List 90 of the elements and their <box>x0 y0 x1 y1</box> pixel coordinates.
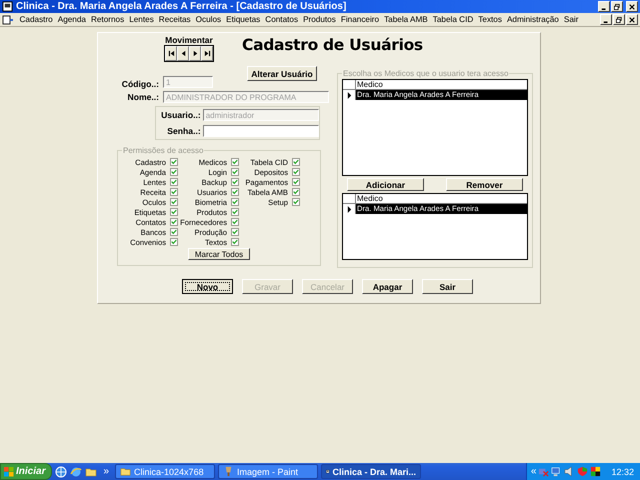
maximize-button[interactable] <box>611 1 623 12</box>
browser-icon[interactable] <box>70 466 82 478</box>
menu-item[interactable]: Contatos <box>262 15 301 24</box>
checkbox[interactable] <box>231 158 239 166</box>
flag-icon <box>4 466 14 476</box>
menu-item[interactable]: Tabela AMB <box>382 15 430 24</box>
last-record-button[interactable] <box>201 46 213 61</box>
checkbox[interactable] <box>170 168 178 176</box>
checkbox[interactable] <box>231 208 239 216</box>
checkbox[interactable] <box>231 238 239 246</box>
start-button[interactable]: Iniciar <box>0 463 52 480</box>
menu-item[interactable]: Textos <box>476 15 504 24</box>
menu-item[interactable]: Etiquetas <box>224 15 263 24</box>
column-header: Medico <box>356 80 383 89</box>
checkbox[interactable] <box>231 188 239 196</box>
folder-icon <box>120 466 132 477</box>
menu-item[interactable]: Financeiro <box>338 15 382 24</box>
menu-item[interactable]: Cadastro <box>17 15 56 24</box>
menu-item[interactable]: Administração <box>504 15 562 24</box>
checkbox[interactable] <box>231 228 239 236</box>
column-header: Medico <box>356 194 383 203</box>
next-icon <box>192 50 198 57</box>
alter-user-button[interactable]: Alterar Usuário <box>247 66 317 81</box>
field-label: Código..: <box>120 79 160 89</box>
checkbox[interactable] <box>231 218 239 226</box>
row-pointer-icon <box>346 206 352 212</box>
computer-icon[interactable] <box>551 466 562 477</box>
mark-all-button[interactable]: Marcar Todos <box>188 248 250 260</box>
menu-item[interactable]: Agenda <box>55 15 88 24</box>
menu-item[interactable]: Receitas <box>156 15 194 24</box>
checkbox[interactable] <box>170 208 178 216</box>
menu-item[interactable]: Oculos <box>193 15 224 24</box>
menu-item[interactable]: Tabela CID <box>430 15 476 24</box>
close-button[interactable] <box>626 1 638 12</box>
skip-last-icon <box>204 50 210 57</box>
menu-item[interactable]: Retornos <box>88 15 127 24</box>
form-title: Cadastro de Usuários <box>242 36 423 54</box>
more-button[interactable]: » <box>100 466 112 477</box>
taskbar-button[interactable]: Imagem - Paint <box>218 464 318 479</box>
minimize-button[interactable] <box>598 1 610 12</box>
skip-first-icon <box>168 50 174 57</box>
document-icon[interactable] <box>2 14 14 24</box>
taskbar-button[interactable]: Clinica-1024x768 <box>115 464 216 479</box>
field-label: Usuario..: <box>160 110 202 120</box>
group-title: Permissões de acesso <box>122 146 204 155</box>
add-button[interactable]: Adicionar <box>347 178 424 191</box>
checkbox[interactable] <box>292 158 300 166</box>
clock: 12:32 <box>611 466 634 476</box>
form-button[interactable]: Sair <box>422 279 473 294</box>
checkbox[interactable] <box>231 198 239 206</box>
tray-expand-button[interactable]: « <box>530 466 536 477</box>
form-button[interactable]: Apagar <box>362 279 413 294</box>
remove-button[interactable]: Remover <box>446 178 523 191</box>
folder-icon[interactable] <box>85 466 98 478</box>
menu-item[interactable]: Produtos <box>300 15 338 24</box>
checkbox[interactable] <box>231 178 239 186</box>
checkbox[interactable] <box>292 178 300 186</box>
globe-icon[interactable] <box>55 466 68 478</box>
first-record-button[interactable] <box>165 46 177 61</box>
field-label: Senha..: <box>166 126 202 136</box>
checkbox[interactable] <box>292 198 300 206</box>
minimize-button[interactable] <box>600 14 612 25</box>
checkbox[interactable] <box>170 188 178 196</box>
form-button[interactable]: Novo <box>182 279 233 294</box>
menu-item[interactable]: Sair <box>561 15 581 24</box>
previous-button[interactable] <box>177 46 189 61</box>
nav-label: Movimentar <box>165 35 213 45</box>
checkbox[interactable] <box>170 228 178 236</box>
field-label: Nome..: <box>126 92 160 102</box>
checkbox[interactable] <box>170 238 178 246</box>
close-icon <box>629 2 635 10</box>
checkbox[interactable] <box>170 198 178 206</box>
window-title: Clinica - Dra. Maria Angela Arades A Ferreira - [Cadastro de Usuários] <box>16 1 348 12</box>
previous-icon <box>180 50 186 57</box>
taskbar-button[interactable]: Clinica - Dra. Mari... <box>321 464 422 479</box>
close-button[interactable] <box>626 14 638 25</box>
checkbox[interactable] <box>292 168 300 176</box>
checkbox[interactable] <box>231 168 239 176</box>
restore-button[interactable] <box>613 14 625 25</box>
row-pointer-icon <box>346 92 352 98</box>
app-icon <box>2 1 13 12</box>
checkbox[interactable] <box>170 178 178 186</box>
next-button[interactable] <box>189 46 201 61</box>
menu-item[interactable]: Lentes <box>126 15 156 24</box>
checkbox[interactable] <box>170 158 178 166</box>
checkbox[interactable] <box>292 188 300 196</box>
checkbox[interactable] <box>170 218 178 226</box>
input-field[interactable] <box>202 125 319 137</box>
close-icon <box>629 16 635 24</box>
group-title: Escolha os Medicos que o usuario tera acesso <box>342 69 510 78</box>
